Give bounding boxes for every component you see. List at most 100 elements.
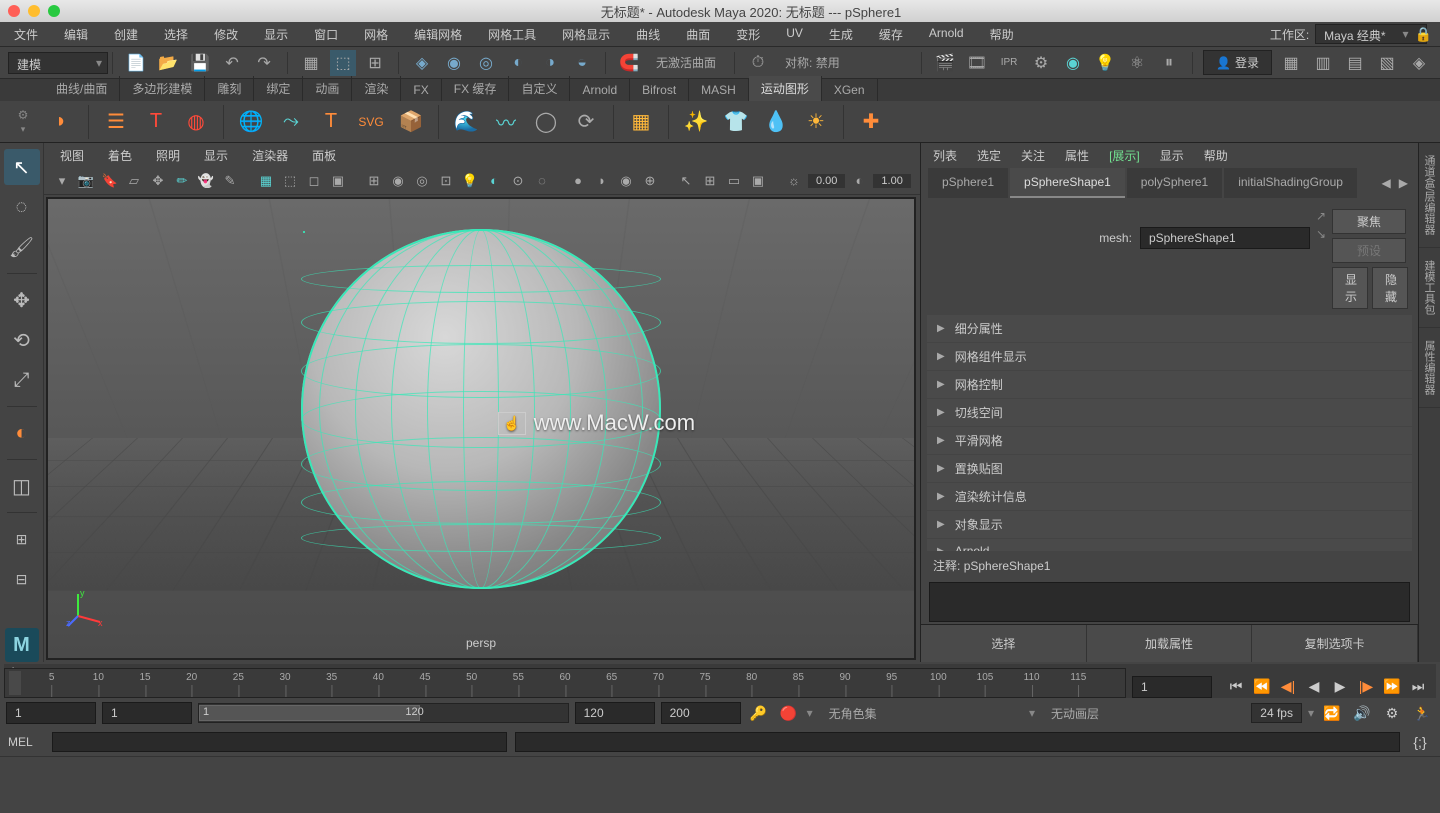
vp-gate-mask-icon[interactable]: ▣ [328, 171, 348, 191]
audio-icon[interactable]: 🔊 [1350, 701, 1374, 725]
chevron-down-icon[interactable]: ▾ [1403, 27, 1409, 41]
menu-arnold[interactable]: Arnold [923, 23, 970, 46]
auto-key-icon[interactable]: 🔴 [777, 701, 801, 725]
shelf-tab-poly[interactable]: 多边形建模 [120, 76, 205, 101]
sphere-mesh[interactable] [301, 229, 661, 589]
attr-menu-selected[interactable]: 选定 [973, 145, 1005, 166]
time-ruler[interactable]: 5101520253035404550556065707580859095100… [4, 668, 1126, 698]
snap-plane-icon[interactable]: ◐ [505, 50, 531, 76]
script-editor-icon[interactable]: {;} [1408, 730, 1432, 754]
vp-gamma-value[interactable]: 1.00 [873, 174, 910, 188]
vp-ao-icon[interactable]: ● [568, 171, 588, 191]
menu-modify[interactable]: 修改 [208, 23, 244, 46]
node-out-icon[interactable]: ↗ [1316, 209, 1326, 223]
select-tool-icon[interactable]: ↖ [4, 149, 40, 185]
panel-layout-1-icon[interactable]: ▦ [1278, 50, 1304, 76]
rail-channel-box[interactable]: 通道盒/层编辑器 [1419, 143, 1440, 248]
undo-icon[interactable]: ↶ [219, 50, 245, 76]
range-slider[interactable]: 1 120 [198, 703, 569, 723]
shelf-editor-icon[interactable]: ⚙▾ [8, 108, 38, 135]
menu-edit-mesh[interactable]: 编辑网格 [408, 23, 468, 46]
loop-icon[interactable]: 🔁 [1320, 701, 1344, 725]
playblast-icon[interactable]: ⏸ [1156, 50, 1182, 76]
shelf-icon-flag[interactable]: ◗ [44, 105, 78, 139]
shelf-icon-text[interactable]: T [314, 105, 348, 139]
hide-button[interactable]: 隐藏 [1372, 267, 1408, 309]
section-object-display[interactable]: ▶对象显示 [927, 511, 1412, 538]
vp-exposure-value[interactable]: 0.00 [808, 174, 845, 188]
shelf-icon-bullet[interactable]: ☰ [99, 105, 133, 139]
vp-overscan-icon[interactable]: ▭ [724, 171, 744, 191]
shelf-tab-mash[interactable]: MASH [689, 79, 749, 101]
shelf-tab-bifrost[interactable]: Bifrost [630, 79, 689, 101]
mesh-name-input[interactable] [1140, 227, 1310, 249]
snap-live-icon[interactable]: ◑ [537, 50, 563, 76]
vp-menu-lighting[interactable]: 照明 [150, 145, 186, 166]
save-scene-icon[interactable]: 💾 [187, 50, 213, 76]
axis-gizmo-icon[interactable]: y x z [66, 588, 106, 628]
vp-textured-icon[interactable]: ⊡ [436, 171, 456, 191]
shelf-tab-rendering[interactable]: 渲染 [352, 76, 401, 101]
menu-select[interactable]: 选择 [158, 23, 194, 46]
chevron-down-icon[interactable]: ▾ [1029, 706, 1035, 720]
chevron-down-icon[interactable]: ▾ [1308, 706, 1314, 720]
viewport-3d[interactable]: ☝ www.MacW.com y x z persp [46, 197, 916, 660]
menu-help[interactable]: 帮助 [984, 23, 1020, 46]
vp-lights-icon[interactable]: 💡 [460, 171, 480, 191]
vp-2d-pan-icon[interactable]: ✥ [148, 171, 168, 191]
attr-menu-attributes[interactable]: 属性 [1061, 145, 1093, 166]
select-hierarchy-icon[interactable]: ▦ [298, 50, 324, 76]
play-backward-icon[interactable]: ◀ [1302, 674, 1326, 698]
minimize-window-icon[interactable] [28, 5, 40, 17]
vp-image-plane-icon[interactable]: ▱ [124, 171, 144, 191]
vp-shadows-icon[interactable]: ◐ [484, 171, 504, 191]
vp-edit-icon[interactable]: ✎ [220, 171, 240, 191]
snap-point-icon[interactable]: ◎ [473, 50, 499, 76]
shelf-icon-sun[interactable]: ☀ [799, 105, 833, 139]
shelf-icon-cross[interactable]: ✚ [854, 105, 888, 139]
section-render-stats[interactable]: ▶渲染统计信息 [927, 483, 1412, 510]
menu-cache[interactable]: 缓存 [873, 23, 909, 46]
open-scene-icon[interactable]: 📂 [155, 50, 181, 76]
load-attributes-button[interactable]: 加载属性 [1087, 625, 1253, 662]
maximize-window-icon[interactable] [48, 5, 60, 17]
shelf-tab-xgen[interactable]: XGen [822, 79, 878, 101]
vp-grid-icon[interactable]: ▦ [256, 171, 276, 191]
menu-mesh-display[interactable]: 网格显示 [556, 23, 616, 46]
menu-set-dropdown[interactable]: 建模 [8, 52, 108, 74]
history-icon[interactable]: ⏱ [745, 50, 771, 76]
shelf-icon-path[interactable]: ⤳ [274, 105, 308, 139]
shelf-icon-type[interactable]: T [139, 105, 173, 139]
section-tangent-space[interactable]: ▶切线空间 [927, 399, 1412, 426]
shelf-tab-curves[interactable]: 曲线/曲面 [44, 76, 120, 101]
menu-mesh-tools[interactable]: 网格工具 [482, 23, 542, 46]
current-frame-marker[interactable] [9, 671, 21, 695]
vp-camera-icon[interactable]: 📷 [76, 171, 96, 191]
hypershade-icon[interactable]: ◉ [1060, 50, 1086, 76]
menu-curves[interactable]: 曲线 [630, 23, 666, 46]
chevron-down-icon[interactable]: ▾ [807, 706, 813, 720]
attr-tab-history[interactable]: polySphere1 [1127, 168, 1222, 198]
play-end-input[interactable] [575, 702, 655, 724]
menu-display[interactable]: 显示 [258, 23, 294, 46]
chevron-down-icon[interactable]: ▾ [96, 56, 102, 70]
panel-layout-2-icon[interactable]: ▥ [1310, 50, 1336, 76]
menu-deform[interactable]: 变形 [730, 23, 766, 46]
vp-arrow-icon[interactable]: ↖ [676, 171, 696, 191]
vp-menu-renderer[interactable]: 渲染器 [246, 145, 294, 166]
anim-end-input[interactable] [661, 702, 741, 724]
shelf-icon-globe[interactable]: 🌐 [234, 105, 268, 139]
attr-tab-sg[interactable]: initialShadingGroup [1224, 168, 1357, 198]
shelf-tab-fx[interactable]: FX [401, 79, 441, 101]
character-set-dropdown[interactable]: 无角色集 [819, 705, 1023, 722]
live-surface-icon[interactable]: 🧲 [616, 50, 642, 76]
workspace-dropdown[interactable]: Maya 经典* [1315, 24, 1426, 44]
attr-menu-list[interactable]: 列表 [929, 145, 961, 166]
select-component-icon[interactable]: ⊞ [362, 50, 388, 76]
render-settings-icon[interactable]: ⚙ [1028, 50, 1054, 76]
vp-aa-icon[interactable]: ⊕ [640, 171, 660, 191]
rail-modeling-toolkit[interactable]: 建模工具包 [1419, 248, 1440, 328]
focus-button[interactable]: 聚焦 [1332, 209, 1406, 234]
menu-edit[interactable]: 编辑 [58, 23, 94, 46]
vp-bookmark-icon[interactable]: 🔖 [100, 171, 120, 191]
